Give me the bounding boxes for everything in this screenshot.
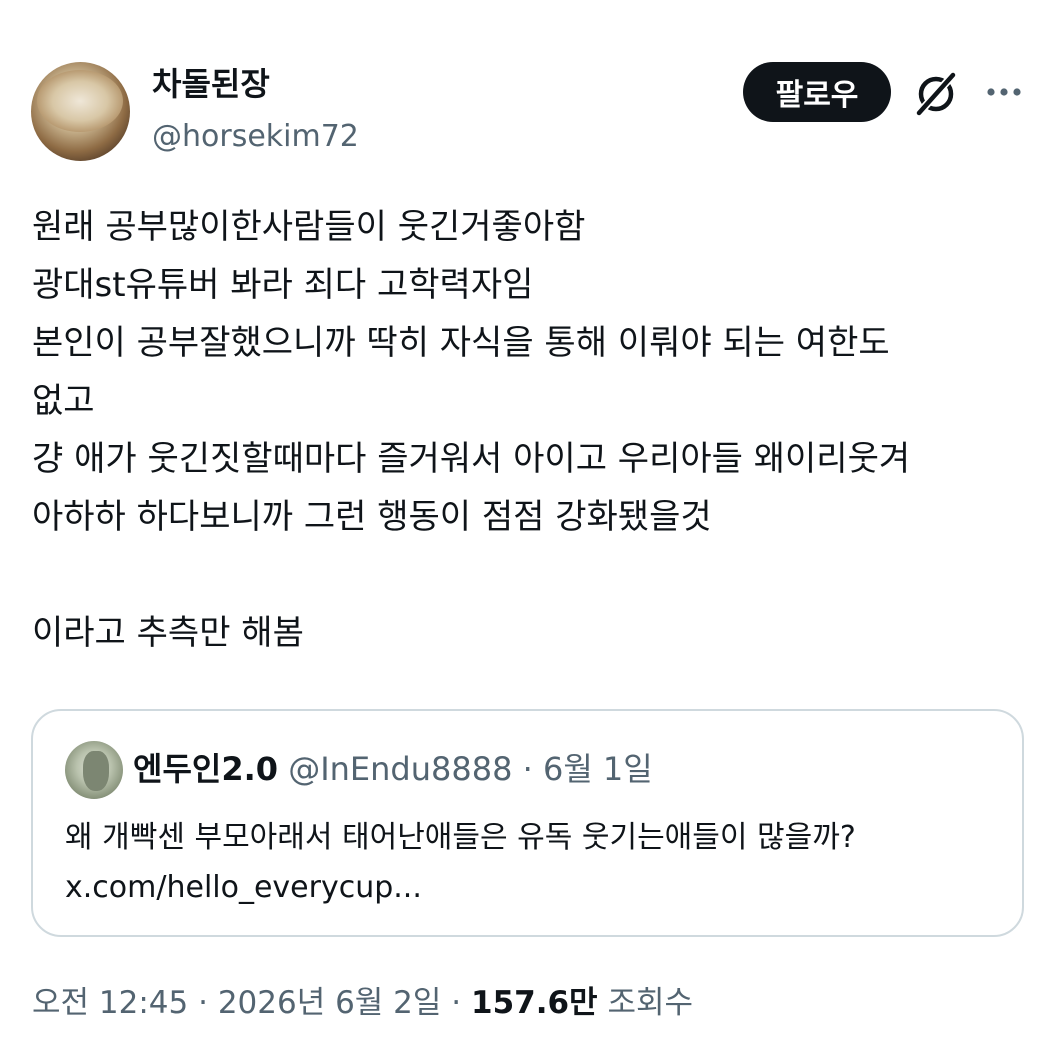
tweet-footer-meta: 오전 12:45 · 2026년 6월 2일 · 157.6만 조회수 [32, 980, 693, 1026]
avatar-image-figure [83, 751, 109, 791]
quoted-tweet-line: 왜 개빡센 부모아래서 태어난애들은 유독 웃기는애들이 많을까? [65, 820, 856, 855]
tweet-line: 아하하 하다보니까 그런 행동이 점점 강화됐을것 [32, 497, 712, 537]
author-handle[interactable]: @horsekim72 [152, 117, 359, 157]
author-display-name[interactable]: 차돌된장 [152, 64, 270, 104]
more-icon[interactable] [984, 76, 1024, 108]
avatar-image-highlight [37, 70, 123, 132]
tweet-time[interactable]: 오전 12:45 [32, 985, 188, 1021]
views-count: 157.6만 [471, 985, 598, 1021]
quoted-tweet-header: 엔두인2.0 @InEndu8888 · 6월 1일 [133, 747, 653, 791]
quoted-author-avatar[interactable] [65, 741, 123, 799]
tweet-line: 이라고 추측만 해봄 [32, 613, 304, 653]
follow-button[interactable]: 팔로우 [743, 62, 891, 122]
quoted-author-name[interactable]: 엔두인2.0 [133, 750, 278, 788]
meta-separator: · [522, 750, 533, 788]
quoted-author-handle[interactable]: @InEndu8888 [288, 750, 512, 788]
tweet-line: 원래 공부많이한사람들이 웃긴거좋아함 [32, 207, 586, 247]
views-label: 조회수 [607, 985, 693, 1021]
quoted-tweet-card[interactable]: 엔두인2.0 @InEndu8888 · 6월 1일 왜 개빡센 부모아래서 태… [31, 709, 1024, 937]
meta-separator: · [198, 985, 208, 1021]
tweet-line: 걍 애가 웃긴짓할때마다 즐거워서 아이고 우리아들 왜이리웃겨 [32, 439, 911, 479]
quoted-tweet-date[interactable]: 6월 1일 [543, 750, 653, 788]
tweet-text: 원래 공부많이한사람들이 웃긴거좋아함 광대st유튜버 봐라 죄다 고학력자임 … [32, 198, 1032, 662]
tweet-line: 없고 [32, 381, 95, 421]
quoted-tweet-link[interactable]: x.com/hello_everycup... [65, 863, 1010, 913]
author-avatar[interactable] [31, 62, 130, 161]
tweet-line: 본인이 공부잘했으니까 딱히 자식을 통해 이뤄야 되는 여한도 [32, 323, 890, 363]
quoted-tweet-text: 왜 개빡센 부모아래서 태어난애들은 유독 웃기는애들이 많을까? x.com/… [65, 813, 1010, 913]
tweet-date[interactable]: 2026년 6월 2일 [218, 985, 442, 1021]
meta-separator: · [451, 985, 462, 1021]
tweet-line: 광대st유튜버 봐라 죄다 고학력자임 [32, 265, 534, 305]
grok-icon[interactable] [912, 70, 960, 118]
